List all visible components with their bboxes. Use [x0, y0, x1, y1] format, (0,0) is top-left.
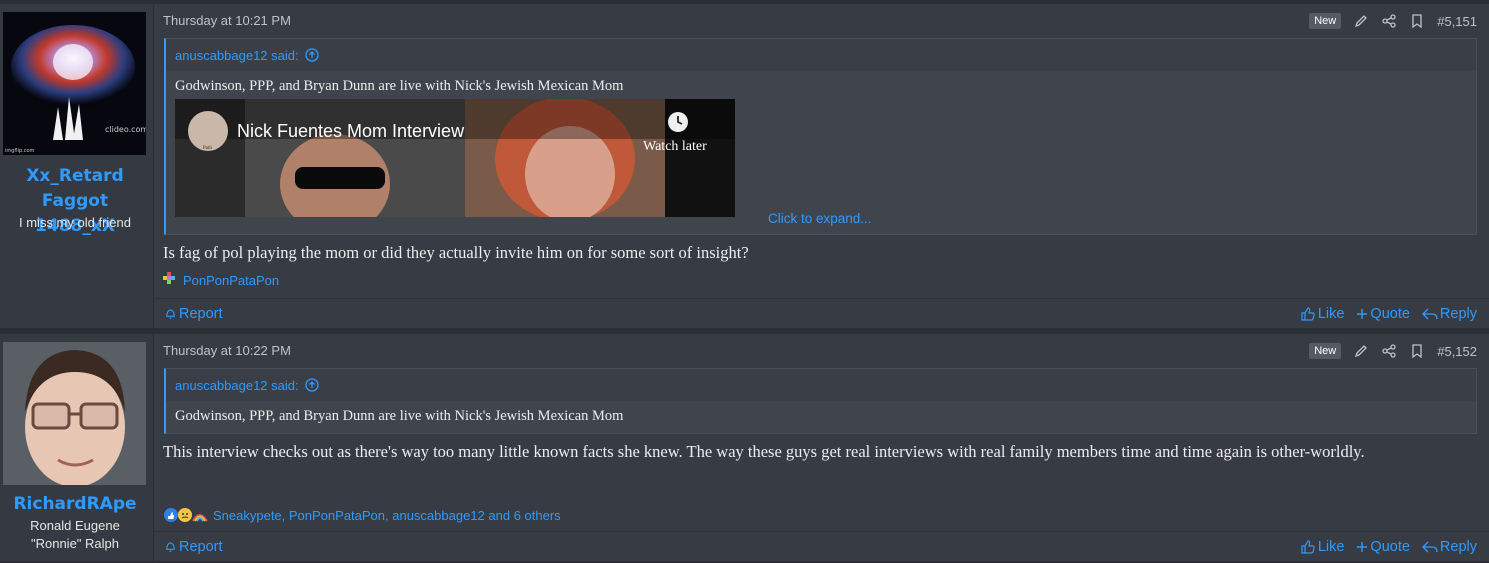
- bell-icon: [166, 309, 175, 319]
- reply-icon: [1422, 308, 1438, 319]
- watch-later-button[interactable]: Watch later: [643, 139, 707, 155]
- bookmark-icon[interactable]: [1409, 343, 1425, 359]
- report-button[interactable]: Report: [164, 306, 223, 322]
- reply-button[interactable]: Reply: [1422, 306, 1477, 322]
- post-date[interactable]: Thursday at 10:21 PM: [163, 13, 291, 28]
- post-header-tools: New #5,152: [1309, 343, 1477, 359]
- post-date[interactable]: Thursday at 10:22 PM: [163, 343, 291, 358]
- video-thumbnail: Path: [175, 99, 735, 217]
- reply-label[interactable]: Reply: [1440, 539, 1477, 555]
- username[interactable]: RichardRApe: [0, 492, 150, 517]
- quote-block: anuscabbage12 said: Godwinson, PPP, and …: [164, 368, 1477, 434]
- video-embed[interactable]: Path Nick Fuentes Mom Interview Watch la…: [175, 99, 735, 217]
- post-footer: Report Like Quote Reply: [154, 531, 1489, 561]
- like-label[interactable]: Like: [1318, 539, 1345, 555]
- bell-icon: [166, 542, 175, 552]
- svg-text:imgflip.com: imgflip.com: [5, 148, 35, 154]
- avatar-image: [3, 342, 146, 485]
- like-button[interactable]: Like: [1300, 306, 1345, 322]
- thumbs-up-icon: [1301, 306, 1315, 321]
- arrow-up-circle-icon[interactable]: [304, 48, 319, 62]
- click-to-expand-link[interactable]: Click to expand...: [768, 211, 872, 226]
- quote-text: Godwinson, PPP, and Bryan Dunn are live …: [175, 78, 624, 94]
- user-title: I miss my old friend: [19, 215, 131, 230]
- share-icon[interactable]: [1381, 13, 1397, 29]
- post-main: Thursday at 10:22 PM New #5,152 anuscabb…: [154, 334, 1489, 561]
- reply-icon: [1422, 541, 1438, 552]
- new-badge: New: [1309, 343, 1342, 359]
- avatar[interactable]: clideo.com imgflip.com: [3, 12, 146, 155]
- post-body: This interview checks out as there's way…: [163, 442, 1365, 461]
- quote-button[interactable]: Quote: [1356, 306, 1410, 322]
- quote-header[interactable]: anuscabbage12 said:: [166, 39, 1476, 71]
- user-title-line-2: "Ronnie" Ralph: [30, 536, 119, 551]
- heart-reaction-icon: [163, 272, 175, 284]
- quote-author[interactable]: anuscabbage12 said:: [175, 48, 299, 63]
- quote-block: anuscabbage12 said: Godwinson, PPP, and …: [164, 38, 1477, 235]
- reactions-bar[interactable]: PonPonPataPon: [163, 272, 279, 288]
- reaction-icons: [164, 508, 208, 522]
- quote-label[interactable]: Quote: [1370, 539, 1410, 555]
- reply-label[interactable]: Reply: [1440, 306, 1477, 322]
- avatar-image: clideo.com imgflip.com: [3, 12, 146, 155]
- quote-header[interactable]: anuscabbage12 said:: [166, 369, 1476, 401]
- user-title: Ronald Eugene "Ronnie" Ralph: [0, 517, 150, 553]
- pencil-icon[interactable]: [1353, 13, 1369, 29]
- post-body: Is fag of pol playing the mom or did the…: [163, 243, 749, 262]
- arrow-up-circle-icon[interactable]: [304, 378, 319, 392]
- plus-icon: [1357, 308, 1368, 319]
- clock-icon[interactable]: [667, 111, 689, 133]
- footer-actions: Like Quote Reply: [1300, 306, 1477, 322]
- plus-icon: [1357, 541, 1368, 552]
- video-title[interactable]: Nick Fuentes Mom Interview: [237, 121, 464, 142]
- share-icon[interactable]: [1381, 343, 1397, 359]
- avatar[interactable]: [3, 342, 146, 485]
- post-5152: RichardRApe Ronald Eugene "Ronnie" Ralph…: [0, 334, 1489, 561]
- user-column: RichardRApe Ronald Eugene "Ronnie" Ralph: [0, 334, 154, 561]
- reactions-users[interactable]: Sneakypete, PonPonPataPon, anuscabbage12…: [213, 508, 561, 523]
- report-button[interactable]: Report: [164, 539, 223, 555]
- reactions-users[interactable]: PonPonPataPon: [183, 273, 279, 288]
- report-label[interactable]: Report: [179, 539, 223, 555]
- report-label[interactable]: Report: [179, 306, 223, 322]
- post-5151: clideo.com imgflip.com Xx_Retard Faggot …: [0, 4, 1489, 328]
- svg-text:Path: Path: [203, 146, 212, 151]
- pencil-icon[interactable]: [1353, 343, 1369, 359]
- post-main: Thursday at 10:21 PM New #5,151 anuscabb…: [154, 4, 1489, 328]
- like-label[interactable]: Like: [1318, 306, 1345, 322]
- like-button[interactable]: Like: [1300, 539, 1345, 555]
- post-number[interactable]: #5,151: [1437, 14, 1477, 29]
- reply-button[interactable]: Reply: [1422, 539, 1477, 555]
- footer-actions: Like Quote Reply: [1300, 539, 1477, 555]
- quote-label[interactable]: Quote: [1370, 306, 1410, 322]
- bookmark-icon[interactable]: [1409, 13, 1425, 29]
- quote-author[interactable]: anuscabbage12 said:: [175, 378, 299, 393]
- new-badge: New: [1309, 13, 1342, 29]
- user-title-line-1: Ronald Eugene: [30, 518, 120, 533]
- quote-text: Godwinson, PPP, and Bryan Dunn are live …: [175, 408, 624, 424]
- quote-body: Godwinson, PPP, and Bryan Dunn are live …: [166, 401, 1476, 433]
- quote-button[interactable]: Quote: [1356, 539, 1410, 555]
- username-line-1[interactable]: Xx_Retard: [0, 164, 150, 189]
- svg-text:clideo.com: clideo.com: [105, 125, 146, 134]
- post-header-tools: New #5,151: [1309, 13, 1477, 29]
- quote-body: Godwinson, PPP, and Bryan Dunn are live …: [166, 71, 1476, 234]
- post-footer: Report Like Quote Reply: [154, 298, 1489, 328]
- post-number[interactable]: #5,152: [1437, 344, 1477, 359]
- reactions-bar[interactable]: Sneakypete, PonPonPataPon, anuscabbage12…: [163, 507, 561, 523]
- thumbs-up-icon: [1301, 539, 1315, 554]
- user-column: clideo.com imgflip.com Xx_Retard Faggot …: [0, 4, 154, 328]
